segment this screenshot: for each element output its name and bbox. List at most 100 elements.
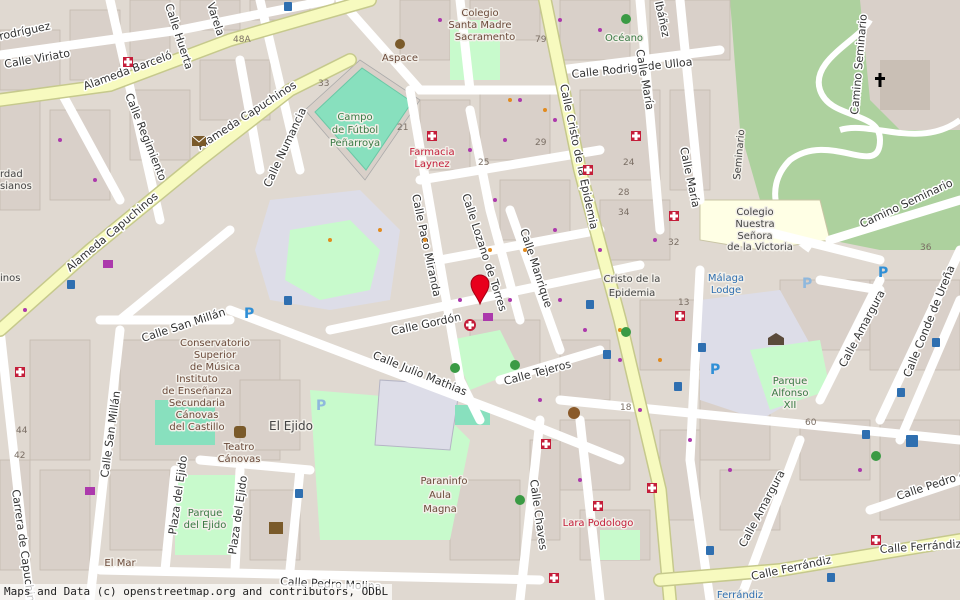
pharmacy-cross-icon [15, 367, 25, 377]
small-garden [600, 530, 640, 560]
bus-stop-icon [284, 296, 292, 305]
label-parque-alfonso-1: Parque [773, 376, 807, 387]
house-number: 36 [920, 243, 932, 253]
pharmacy-cross-icon [871, 535, 881, 545]
house-number: 29 [535, 138, 547, 148]
pharmacy-cross-icon [549, 573, 559, 583]
house-number: 79 [535, 35, 547, 45]
label-paraninfo-2: Aula [429, 490, 451, 501]
label-colegio-victoria-3: Señora [737, 231, 772, 242]
map-layer: Calle Rodrigo de Ulloa Calle Cristo de l… [0, 0, 960, 600]
svg-text:P: P [316, 398, 326, 414]
label-teatro-1: Teatro [223, 442, 255, 453]
label-instituto-4: Cánovas [176, 409, 219, 421]
house-number: 13 [678, 298, 689, 308]
label-farmacia-1: Farmacia [409, 147, 454, 158]
sports-icon [510, 360, 520, 370]
label-instituto-2: de Enseñanza [162, 386, 232, 397]
pharmacy-cross-icon [675, 311, 685, 321]
pharmacy-cross-icon [123, 57, 133, 67]
label-left-edge-a: rdad [0, 169, 23, 180]
map-attribution[interactable]: Maps and Data (c) openstreetmap.org and … [0, 584, 393, 600]
house-number: 44 [16, 426, 28, 436]
label-left-edge-c: inos [0, 273, 20, 284]
svg-text:P: P [244, 306, 254, 322]
sports-icon [621, 327, 631, 337]
house-number: 48A [233, 35, 251, 45]
pharmacy-cross-icon [669, 211, 679, 221]
post-office-icon [191, 135, 207, 146]
label-cristo-epidemia-2: Epidemia [609, 288, 656, 299]
parking-icon: P [878, 265, 888, 281]
label-teatro-2: Cánovas [218, 453, 261, 465]
label-parque-ejido-2: del Ejido [184, 520, 227, 531]
pharmacy-cross-icon [427, 131, 437, 141]
parking-icon: P [710, 362, 720, 378]
house-number: 60 [805, 418, 817, 428]
label-farmacia-2: Laynez [414, 159, 449, 170]
bus-stop-icon [698, 343, 706, 352]
label-instituto-5: del Castillo [169, 422, 224, 433]
house-number: 34 [618, 208, 630, 218]
shop-icon [85, 487, 95, 495]
label-colegio-victoria-2: Nuestra [735, 219, 774, 230]
house-number: 33 [318, 79, 329, 89]
house-number: 18 [620, 403, 632, 413]
parking-icon: P [244, 306, 254, 322]
pharmacy-cross-icon [647, 483, 657, 493]
house-number: 24 [623, 158, 635, 168]
shop-icon [103, 260, 113, 268]
label-conservatorio-1: Conservatorio [180, 338, 250, 349]
label-parque-alfonso-3: XII [784, 400, 797, 411]
label-colegio-victoria-1: Colegio [736, 207, 773, 218]
bus-stop-icon [862, 430, 870, 439]
bus-stop-icon [906, 435, 918, 447]
pharmacy-cross-icon [541, 439, 551, 449]
art-icon [568, 407, 580, 419]
parking-icon: P [316, 398, 326, 414]
house-number: 42 [14, 451, 25, 461]
label-conservatorio-3: de Música [190, 361, 240, 373]
label-conservatorio-2: Superior [194, 350, 237, 361]
label-oceano: Océano [605, 32, 643, 44]
label-colegio-santa-madre-1: Colegio [461, 8, 498, 19]
label-parque-ejido-1: Parque [188, 508, 222, 519]
house-number: 32 [668, 238, 679, 248]
label-el-ejido: El Ejido [269, 419, 313, 433]
svg-text:P: P [878, 265, 888, 281]
bus-stop-icon [706, 546, 714, 555]
label-left-edge-b: sianos [0, 181, 32, 192]
label-instituto-3: Secundaria [169, 398, 225, 409]
seminario-building [880, 60, 930, 110]
svg-text:P: P [710, 362, 720, 378]
label-lara-podologo: Lara Podologo [563, 518, 634, 529]
label-campo-2: de Fútbol [332, 124, 378, 136]
bus-stop-icon [674, 382, 682, 391]
bus-stop-icon [897, 388, 905, 397]
label-paraninfo-1: Paraninfo [420, 476, 467, 487]
shop-icon [483, 313, 493, 321]
playground-icon [395, 39, 405, 49]
label-campo-3: Peñarroya [330, 138, 380, 149]
sports-icon [871, 451, 881, 461]
label-cristo-epidemia-1: Cristo de la [604, 274, 661, 285]
label-colegio-santa-madre-3: Sacramento [455, 32, 515, 43]
theatre-icon [234, 426, 246, 438]
pharmacy-cross-icon [583, 165, 593, 175]
bus-stop-icon [827, 573, 835, 582]
house-number: 28 [618, 188, 630, 198]
bus-stop-icon [67, 280, 75, 289]
label-colegio-victoria-4: de la Victoria [727, 242, 793, 253]
label-malaga-lodge-1: Málaga [708, 272, 744, 284]
bus-stop-icon [295, 489, 303, 498]
sports-icon [515, 495, 525, 505]
parking-icon: P [802, 276, 812, 292]
house-number: 25 [478, 158, 489, 168]
label-paraninfo-3: Magna [423, 504, 457, 515]
label-parque-alfonso-2: Alfonso [772, 388, 809, 399]
bus-stop-icon [284, 2, 292, 11]
label-aspace: Aspace [382, 53, 418, 64]
map-canvas[interactable]: Calle Rodrigo de Ulloa Calle Cristo de l… [0, 0, 960, 600]
svg-text:P: P [802, 276, 812, 292]
label-instituto-1: Instituto [176, 374, 218, 385]
